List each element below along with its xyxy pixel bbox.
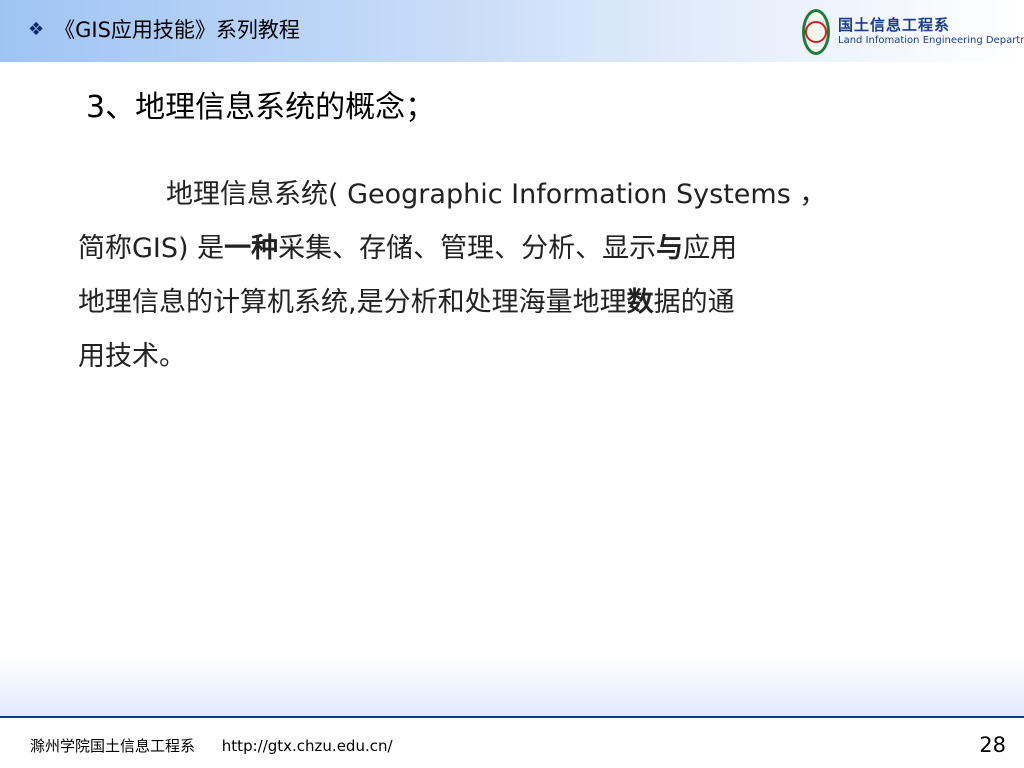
body-segment: 简称GIS) 是 xyxy=(78,233,225,264)
body-segment: 地理信息系统( Geographic Information Systems ， xyxy=(166,179,827,210)
header-title-group: ❖ 《GIS应用技能》系列教程 xyxy=(28,14,300,44)
slide-body-text: 地理信息系统( Geographic Information Systems ，… xyxy=(78,168,958,384)
footer-org: 滁州学院国土信息工程系 xyxy=(30,737,196,755)
footer-gradient xyxy=(0,658,1024,716)
body-bold-segment: 与 xyxy=(656,233,684,264)
body-segment: 地理信息的计算机系统,是分析和处理海量地理 xyxy=(78,287,627,318)
department-logo: 国土信息工程系 Land Infomation Engineering Depa… xyxy=(796,4,1024,60)
series-title: 《GIS应用技能》系列教程 xyxy=(54,18,300,42)
logo-chinese-name: 国土信息工程系 xyxy=(838,16,951,35)
body-bold-segment: 一种 xyxy=(224,233,279,264)
page-number: 28 xyxy=(979,733,1006,757)
body-segment: 用技术。 xyxy=(78,341,186,372)
footer-divider xyxy=(0,716,1024,718)
slide-title: 3、地理信息系统的概念； xyxy=(86,90,436,125)
logo-english-name: Land Infomation Engineering Department xyxy=(838,35,1024,47)
university-seal-icon xyxy=(802,9,830,55)
body-segment: 据的通 xyxy=(653,287,735,318)
body-segment: 应用 xyxy=(683,233,738,264)
logo-text: 国土信息工程系 Land Infomation Engineering Depa… xyxy=(838,16,1024,47)
footer-url-link[interactable]: http://gtx.chzu.edu.cn/ xyxy=(222,737,393,755)
diamond-bullet-icon: ❖ xyxy=(28,18,45,40)
footer-info: 滁州学院国土信息工程系 http://gtx.chzu.edu.cn/ xyxy=(30,735,393,756)
body-segment: 采集、存储、管理、分析、显示 xyxy=(278,233,657,264)
body-bold-segment: 数 xyxy=(626,287,654,318)
